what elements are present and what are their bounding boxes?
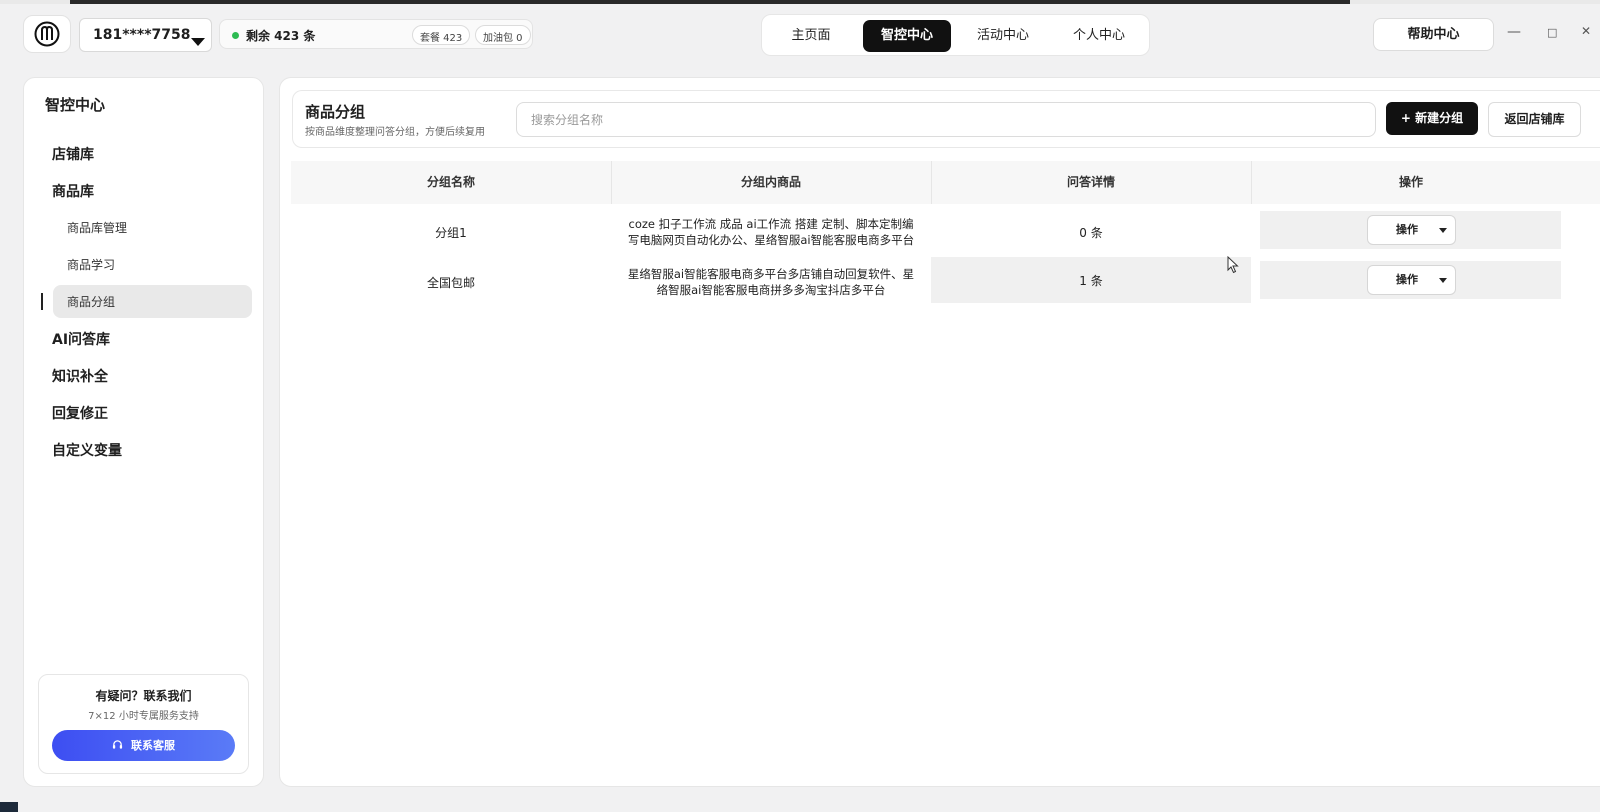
maximize-icon[interactable]: □: [1547, 26, 1557, 39]
contact-question: 有疑问？联系我们: [95, 689, 192, 703]
main-panel: 商品分组 按商品维度整理问答分组，方便后续复用 + 新建分组 返回店铺库 分组名…: [279, 77, 1600, 787]
search-input[interactable]: [516, 102, 1376, 137]
help-center-button[interactable]: 帮助中心: [1373, 18, 1494, 51]
tab-activity-center[interactable]: 活动中心: [959, 20, 1047, 52]
operation-dropdown-button[interactable]: 操作: [1367, 215, 1456, 245]
operation-label: 操作: [1396, 223, 1418, 236]
mouse-cursor-icon: [1227, 256, 1239, 274]
addon-chip: 加油包 0: [475, 25, 531, 45]
contact-support-label: 联系客服: [131, 739, 175, 752]
sidebar-active-marker: [41, 293, 43, 310]
table-row: 分组1 coze 扣子工作流 成品 ai工作流 搭建 定制、脚本定制编写电脑网页…: [291, 207, 1600, 257]
back-to-store-button[interactable]: 返回店铺库: [1488, 102, 1581, 137]
sidebar-item-product-grouping[interactable]: 商品分组: [67, 293, 115, 310]
table-header: 分组名称 分组内商品 问答详情 操作: [291, 161, 1600, 204]
operation-label: 操作: [1396, 273, 1418, 286]
qa-count-cell[interactable]: 1 条: [931, 257, 1251, 303]
page-subtitle: 按商品维度整理问答分组，方便后续复用: [305, 127, 485, 138]
sidebar-item-product-learning[interactable]: 商品学习: [67, 256, 115, 273]
header-group-goods: 分组内商品: [740, 175, 801, 189]
minimize-icon[interactable]: —: [1507, 24, 1521, 40]
header-card: 商品分组 按商品维度整理问答分组，方便后续复用 + 新建分组 返回店铺库: [292, 90, 1600, 148]
sidebar-item-product-library[interactable]: 商品库: [52, 181, 94, 201]
sidebar-item-knowledge-completion[interactable]: 知识补全: [52, 366, 108, 386]
chevron-down-icon: [191, 38, 205, 46]
group-goods-cell: coze 扣子工作流 成品 ai工作流 搭建 定制、脚本定制编写电脑网页自动化办…: [611, 207, 931, 257]
sidebar-item-ai-qa-library[interactable]: AI问答库: [52, 329, 110, 349]
taskbar-corner: [0, 802, 18, 812]
tab-control-center[interactable]: 智控中心: [863, 20, 951, 52]
caret-down-icon: [1439, 278, 1447, 283]
group-goods-cell: 星络智服ai智能客服电商多平台多店铺自动回复软件、星络智服ai智能客服电商拼多多…: [611, 257, 931, 307]
operation-cell: 操作: [1260, 211, 1561, 249]
group-goods-text: coze 扣子工作流 成品 ai工作流 搭建 定制、脚本定制编写电脑网页自动化办…: [627, 217, 915, 247]
sidebar-title: 智控中心: [45, 96, 106, 114]
logo-icon: [34, 21, 60, 47]
tab-personal-center[interactable]: 个人中心: [1055, 20, 1143, 52]
status-dot-icon: [232, 32, 239, 39]
group-name-cell: 分组1: [435, 225, 467, 240]
remaining-count: 剩余 423 条: [246, 29, 316, 43]
sidebar-item-store-library[interactable]: 店铺库: [52, 144, 94, 164]
group-goods-text: 星络智服ai智能客服电商多平台多店铺自动回复软件、星络智服ai智能客服电商拼多多…: [627, 267, 915, 297]
quota-panel: 剩余 423 条 套餐 423 加油包 0: [219, 19, 533, 49]
top-nav: 主页面 智控中心 活动中心 个人中心: [761, 14, 1150, 56]
operation-dropdown-button[interactable]: 操作: [1367, 265, 1456, 295]
table-row: 全国包邮 星络智服ai智能客服电商多平台多店铺自动回复软件、星络智服ai智能客服…: [291, 257, 1600, 307]
caret-down-icon: [1439, 228, 1447, 233]
close-icon[interactable]: ✕: [1581, 24, 1591, 38]
header-group-name: 分组名称: [426, 175, 475, 189]
operation-cell: 操作: [1260, 261, 1561, 299]
contact-support-button[interactable]: 联系客服: [52, 730, 235, 761]
account-number: 181****7758: [93, 27, 191, 43]
new-group-button[interactable]: + 新建分组: [1386, 102, 1478, 135]
header-operation: 操作: [1398, 175, 1423, 189]
app-logo: [23, 15, 71, 53]
tab-home[interactable]: 主页面: [767, 20, 855, 52]
sidebar-item-reply-correction[interactable]: 回复修正: [52, 403, 108, 423]
sidebar-item-custom-variables[interactable]: 自定义变量: [52, 440, 122, 460]
window-top-strip: [0, 0, 1600, 4]
package-chip: 套餐 423: [412, 25, 471, 45]
group-name-cell: 全国包邮: [426, 275, 475, 290]
contact-card: 有疑问？联系我们 7×12 小时专属服务支持 联系客服: [38, 674, 249, 774]
sidebar-item-product-management[interactable]: 商品库管理: [67, 219, 127, 236]
qa-count-cell: 0 条: [1079, 225, 1103, 240]
account-selector[interactable]: 181****7758: [79, 18, 212, 52]
sidebar: 智控中心 店铺库 商品库 商品库管理 商品学习 商品分组 AI问答库 知识补全 …: [23, 77, 264, 787]
contact-subtitle: 7×12 小时专属服务支持: [88, 711, 199, 722]
header-qa-details: 问答详情: [1066, 175, 1115, 189]
page-title: 商品分组: [305, 103, 366, 121]
headset-icon: [112, 740, 123, 749]
